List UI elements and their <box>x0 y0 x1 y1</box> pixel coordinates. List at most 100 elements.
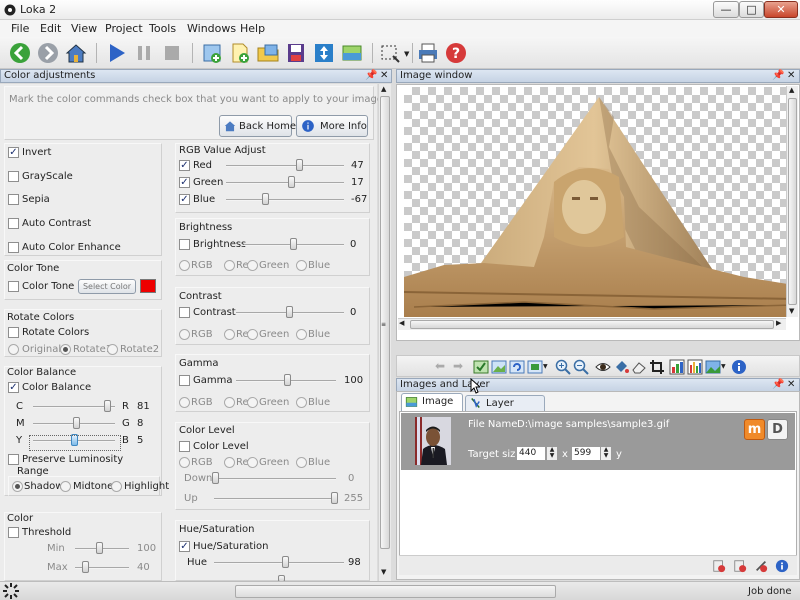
menu-view[interactable]: View <box>71 22 97 35</box>
brightness-thumb[interactable] <box>290 238 297 250</box>
home-icon[interactable] <box>64 41 88 65</box>
hue-saturation-checkbox[interactable]: ✓ <box>179 541 190 552</box>
rgb-blue-checkbox[interactable]: ✓ <box>179 194 190 205</box>
tab-image-list[interactable]: Image List <box>401 393 463 423</box>
hue-thumb[interactable] <box>282 556 289 568</box>
radio-highlight[interactable] <box>111 481 122 492</box>
scroll-right-icon[interactable]: ▶ <box>776 319 781 327</box>
rgb-blue-thumb[interactable] <box>261 193 269 205</box>
eraser-icon[interactable] <box>631 359 647 375</box>
rgb-red-checkbox[interactable]: ✓ <box>179 160 190 171</box>
forward-arrow-icon[interactable] <box>36 41 60 65</box>
radio-shadow[interactable] <box>12 481 23 492</box>
sepia-checkbox[interactable] <box>8 194 19 205</box>
auto-color-enhance-checkbox[interactable] <box>8 242 19 253</box>
scroll-down-icon[interactable]: ▼ <box>381 568 386 576</box>
contrast-checkbox[interactable] <box>179 307 190 318</box>
image-icon[interactable] <box>491 359 507 375</box>
scroll-thumb[interactable] <box>788 98 797 305</box>
down-thumb[interactable] <box>212 472 219 484</box>
zoom-in-icon[interactable] <box>555 359 571 375</box>
levels-icon[interactable] <box>669 359 685 375</box>
balance-thumb[interactable] <box>103 400 111 412</box>
close-icon[interactable]: ✕ <box>380 70 388 82</box>
brightness-checkbox[interactable] <box>179 239 190 250</box>
scroll-left-icon[interactable]: ◀ <box>399 319 404 327</box>
scroll-down-icon[interactable]: ▼ <box>789 307 794 315</box>
pin-icon[interactable]: 📌 <box>772 70 784 82</box>
rgb-red-slider[interactable] <box>226 165 344 167</box>
pause-icon[interactable] <box>132 41 156 65</box>
balance-slider[interactable] <box>33 406 115 408</box>
save-icon[interactable] <box>284 41 308 65</box>
image-settings-icon[interactable] <box>340 41 364 65</box>
invert-checkbox[interactable]: ✓ <box>8 147 19 158</box>
panel-scrollbar[interactable]: ▲ ≡ ▼ <box>378 84 391 581</box>
radio-rotate2[interactable] <box>107 344 118 355</box>
chevron-down-icon[interactable]: ▼ <box>721 363 726 370</box>
landscape-icon[interactable] <box>705 359 721 375</box>
radio-blue[interactable] <box>296 457 307 468</box>
menu-file[interactable]: File <box>11 22 29 35</box>
pin-icon[interactable]: 📌 <box>772 379 784 391</box>
radio-blue[interactable] <box>296 329 307 340</box>
redo-arrow-icon[interactable]: ➡ <box>453 359 463 373</box>
auto-contrast-checkbox[interactable] <box>8 218 19 229</box>
rgb-blue-slider[interactable] <box>226 199 344 201</box>
close-button[interactable]: ✕ <box>764 1 798 18</box>
menu-edit[interactable]: Edit <box>40 22 61 35</box>
color-balance-checkbox[interactable]: ✓ <box>8 382 19 393</box>
undo-arrow-icon[interactable]: ⬅ <box>435 359 445 373</box>
print-icon[interactable] <box>416 41 440 65</box>
radio-green[interactable] <box>247 260 258 271</box>
info-icon[interactable] <box>731 359 747 375</box>
m-badge-icon[interactable]: m <box>744 419 765 440</box>
remove-icon[interactable] <box>754 559 768 573</box>
rotate-icon[interactable] <box>509 359 525 375</box>
width-stepper[interactable]: ▲ ▼ <box>546 446 558 461</box>
color-swatch[interactable] <box>140 279 156 293</box>
d-badge-icon[interactable]: D <box>767 419 788 440</box>
radio-rotate1[interactable] <box>60 344 71 355</box>
chevron-down-icon[interactable]: ▼ <box>404 50 409 58</box>
minimize-button[interactable]: — <box>713 1 739 18</box>
radio-blue[interactable] <box>296 397 307 408</box>
preserve-luminosity-checkbox[interactable] <box>8 454 19 465</box>
resize-icon[interactable] <box>527 359 543 375</box>
radio-rgb[interactable] <box>179 457 190 468</box>
radio-blue[interactable] <box>296 260 307 271</box>
contrast-thumb[interactable] <box>286 306 293 318</box>
radio-green[interactable] <box>247 457 258 468</box>
gamma-thumb[interactable] <box>284 374 291 386</box>
open-folder-icon[interactable] <box>256 41 280 65</box>
histogram-icon[interactable] <box>687 359 703 375</box>
radio-rgb[interactable] <box>179 260 190 271</box>
radio-red[interactable] <box>224 397 235 408</box>
close-icon[interactable]: ✕ <box>787 379 795 391</box>
radio-rgb[interactable] <box>179 329 190 340</box>
menu-windows[interactable]: Windows <box>187 22 236 35</box>
menu-help[interactable]: Help <box>240 22 265 35</box>
chevron-down-icon[interactable]: ▼ <box>543 363 548 370</box>
down-slider[interactable] <box>214 478 336 480</box>
height-stepper[interactable]: ▲ ▼ <box>600 446 612 461</box>
threshold-checkbox[interactable] <box>8 527 19 538</box>
maximize-button[interactable]: □ <box>739 1 764 18</box>
radio-original[interactable] <box>8 344 19 355</box>
color-tone-checkbox[interactable] <box>8 281 19 292</box>
threshold-max-thumb[interactable] <box>81 561 89 573</box>
back-arrow-icon[interactable] <box>8 41 32 65</box>
add-image-icon[interactable] <box>228 41 252 65</box>
rgb-green-thumb[interactable] <box>287 176 295 188</box>
select-tool-icon[interactable] <box>378 41 402 65</box>
more-info-button[interactable]: More Info <box>296 115 368 137</box>
rgb-green-slider[interactable] <box>226 182 344 184</box>
paint-bucket-icon[interactable] <box>613 359 629 375</box>
hue-slider[interactable] <box>214 562 344 564</box>
radio-red[interactable] <box>224 260 235 271</box>
back-home-button[interactable]: Back Home <box>219 115 296 137</box>
list-item[interactable]: File Name D:\image samples\sample3.gif T… <box>401 413 795 470</box>
select-color-button[interactable]: Select Color <box>78 279 136 294</box>
scroll-up-icon[interactable]: ▲ <box>789 86 794 94</box>
menu-project[interactable]: Project <box>105 22 143 35</box>
